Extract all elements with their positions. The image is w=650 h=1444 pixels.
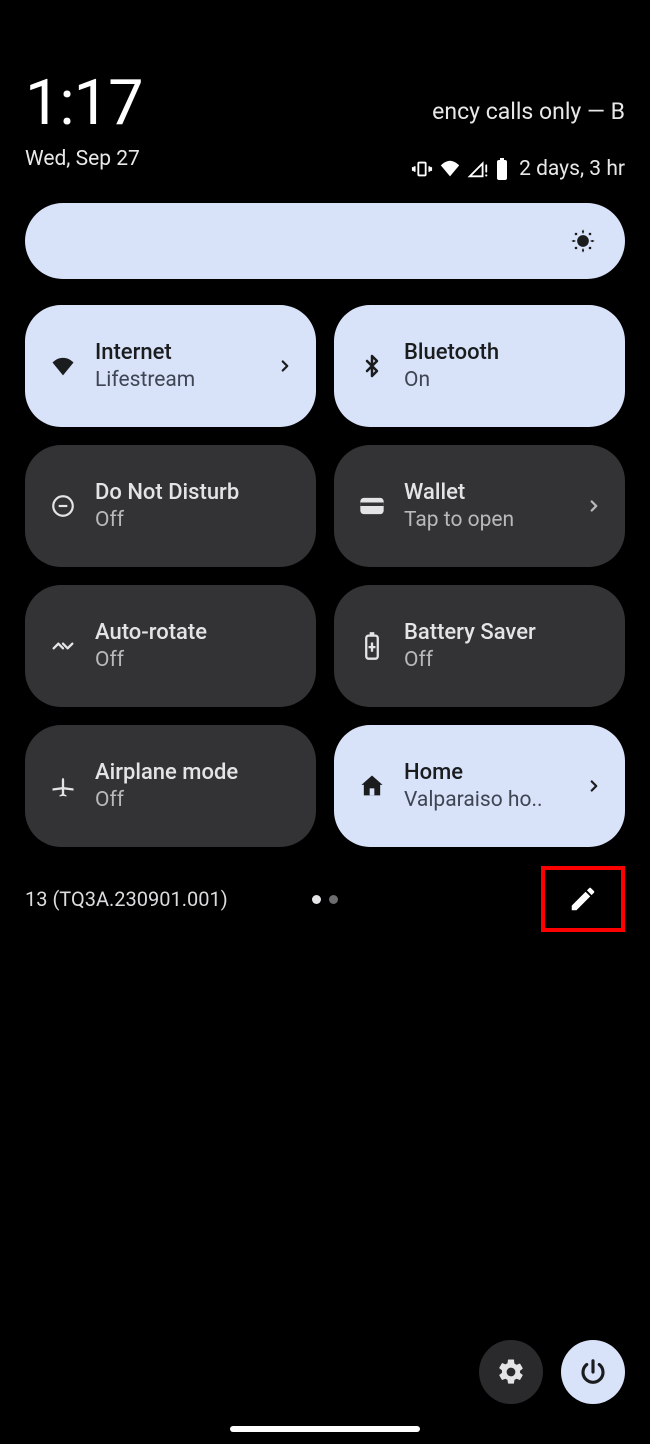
gear-icon — [496, 1357, 526, 1387]
bluetooth-icon — [358, 352, 386, 380]
tile-internet[interactable]: Internet Lifestream — [25, 305, 316, 427]
wifi-icon — [49, 352, 77, 380]
edit-tiles-button[interactable] — [541, 866, 625, 932]
settings-button[interactable] — [479, 1340, 543, 1404]
chevron-right-icon — [274, 355, 296, 377]
power-button[interactable] — [561, 1340, 625, 1404]
tile-subtitle: Lifestream — [95, 368, 256, 392]
tile-airplane-mode[interactable]: Airplane mode Off — [25, 725, 316, 847]
power-icon — [578, 1357, 608, 1387]
tile-auto-rotate[interactable]: Auto-rotate Off — [25, 585, 316, 707]
chevron-right-icon — [583, 775, 605, 797]
page-dot — [329, 895, 338, 904]
tile-do-not-disturb[interactable]: Do Not Disturb Off — [25, 445, 316, 567]
wallet-icon — [358, 492, 386, 520]
cellular-alert-icon — [467, 158, 489, 180]
dnd-icon — [49, 492, 77, 520]
tile-battery-saver[interactable]: Battery Saver Off — [334, 585, 625, 707]
tile-subtitle: Tap to open — [404, 508, 565, 532]
gesture-nav-bar[interactable] — [230, 1426, 420, 1432]
vibrate-icon — [411, 158, 433, 180]
chevron-right-icon — [583, 495, 605, 517]
airplane-icon — [49, 772, 77, 800]
tile-subtitle: Off — [95, 648, 296, 672]
quick-settings-tiles: Internet Lifestream Bluetooth On Do Not … — [25, 305, 625, 847]
carrier-text: ency calls only — B — [432, 98, 625, 125]
tile-title: Do Not Disturb — [95, 480, 296, 505]
tile-subtitle: Valparaiso ho.. — [404, 788, 565, 812]
page-dot — [312, 895, 321, 904]
tile-wallet[interactable]: Wallet Tap to open — [334, 445, 625, 567]
tile-home[interactable]: Home Valparaiso ho.. — [334, 725, 625, 847]
tile-title: Wallet — [404, 480, 565, 505]
battery-text: 2 days, 3 hr — [519, 157, 625, 181]
qs-footer: 13 (TQ3A.230901.001) — [0, 869, 650, 929]
bottom-controls — [479, 1340, 625, 1404]
battery-status-icon — [495, 158, 509, 180]
tile-title: Battery Saver — [404, 620, 605, 645]
tile-title: Airplane mode — [95, 760, 296, 785]
brightness-slider[interactable] — [25, 203, 625, 279]
page-indicator[interactable] — [312, 895, 338, 904]
tile-title: Internet — [95, 340, 256, 365]
rotate-icon — [49, 632, 77, 660]
tile-bluetooth[interactable]: Bluetooth On — [334, 305, 625, 427]
tile-subtitle: Off — [404, 648, 605, 672]
tile-title: Home — [404, 760, 565, 785]
status-header: 1:17 Wed, Sep 27 — [0, 0, 650, 171]
tile-title: Auto-rotate — [95, 620, 296, 645]
battery-saver-icon — [358, 632, 386, 660]
tile-subtitle: On — [404, 368, 605, 392]
tile-title: Bluetooth — [404, 340, 605, 365]
status-icons: 2 days, 3 hr — [411, 157, 625, 181]
brightness-icon — [569, 227, 597, 255]
tile-subtitle: Off — [95, 788, 296, 812]
build-number: 13 (TQ3A.230901.001) — [25, 887, 228, 911]
tile-subtitle: Off — [95, 508, 296, 532]
wifi-status-icon — [439, 158, 461, 180]
home-icon — [358, 772, 386, 800]
pencil-icon — [568, 884, 598, 914]
